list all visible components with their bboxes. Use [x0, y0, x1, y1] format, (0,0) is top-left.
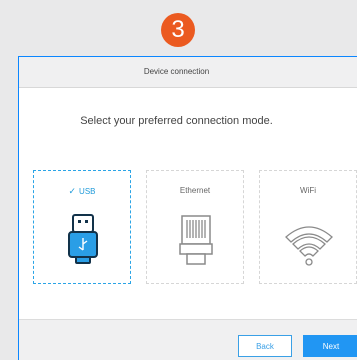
option-usb[interactable]: ✓ USB — [33, 170, 131, 284]
option-ethernet[interactable]: Ethernet — [146, 170, 244, 284]
checkmark-icon: ✓ — [68, 186, 77, 196]
option-label-ethernet: Ethernet — [179, 186, 211, 195]
usb-drive-icon — [68, 214, 98, 264]
step-number-badge: 3 — [161, 13, 195, 47]
ethernet-port-icon — [179, 215, 213, 265]
dialog-title: Device connection — [19, 57, 357, 88]
option-wifi[interactable]: WiFi — [259, 170, 357, 284]
dialog-footer: Back Next — [19, 319, 357, 360]
connection-dialog: Device connection Select your preferred … — [18, 56, 357, 360]
option-label-usb: USB — [79, 187, 96, 196]
option-label-wifi: WiFi — [300, 186, 316, 195]
back-button[interactable]: Back — [238, 335, 292, 357]
wifi-icon — [285, 226, 333, 266]
connection-prompt: Select your preferred connection mode. — [80, 115, 273, 127]
next-button[interactable]: Next — [303, 335, 357, 357]
